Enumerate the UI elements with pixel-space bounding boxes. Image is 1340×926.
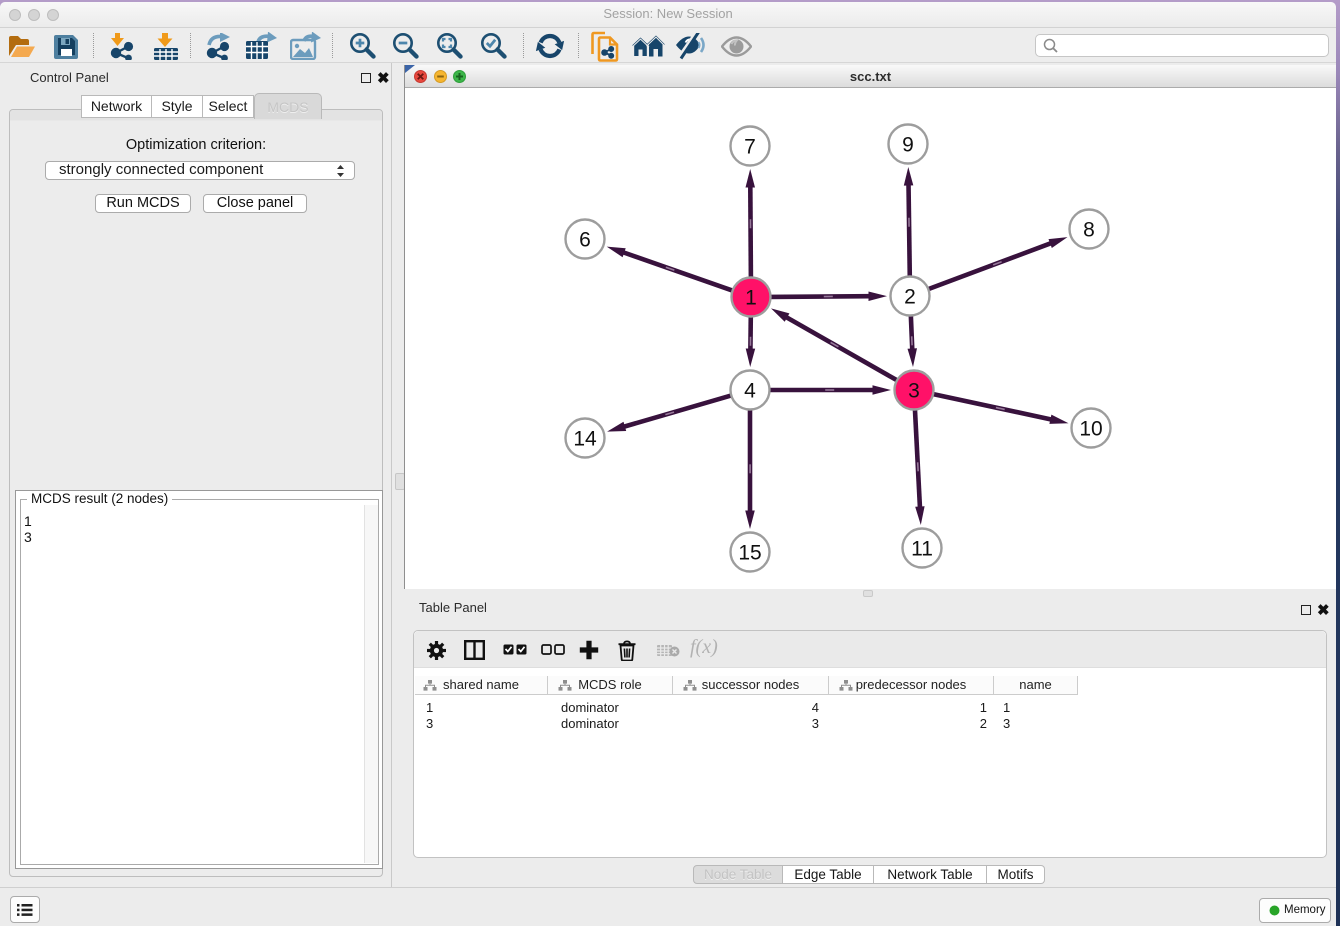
- svg-text:8: 8: [1083, 219, 1095, 242]
- svg-text:14: 14: [573, 428, 597, 451]
- svg-text:10: 10: [1079, 418, 1102, 441]
- svg-text:11: 11: [911, 538, 933, 561]
- svg-text:2: 2: [904, 286, 916, 309]
- svg-text:3: 3: [908, 380, 920, 403]
- svg-text:15: 15: [738, 542, 761, 565]
- svg-text:9: 9: [902, 134, 914, 157]
- svg-text:6: 6: [579, 229, 591, 252]
- svg-text:4: 4: [744, 380, 756, 403]
- svg-text:7: 7: [744, 136, 756, 159]
- svg-text:1: 1: [745, 287, 757, 310]
